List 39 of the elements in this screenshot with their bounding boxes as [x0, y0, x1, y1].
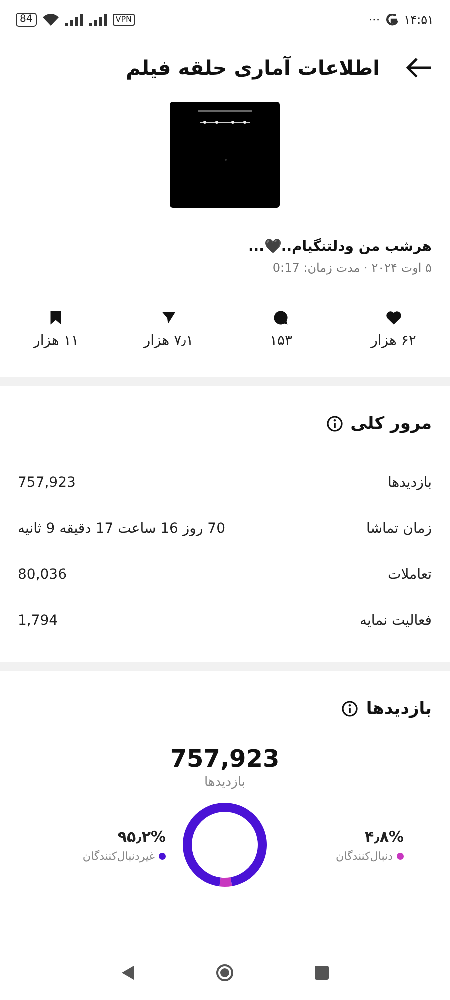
signal-icon — [64, 14, 83, 26]
signal-icon — [88, 14, 107, 26]
clock-time: ۱۴:۵۱ — [404, 13, 434, 27]
comment-icon — [272, 309, 290, 327]
section-title: بازدیدها — [366, 699, 432, 719]
metric-label: بازدیدها — [388, 475, 432, 491]
metric-value: 80,036 — [18, 567, 67, 583]
legend-value: ۴٫۸% — [365, 828, 404, 846]
views-total-label: بازدیدها — [204, 775, 246, 790]
post-caption: هرشب من ودلتنگیام..🖤... — [247, 237, 433, 255]
metric-label: زمان تماشا — [366, 521, 432, 537]
legend-label: دنبال‌کنندگان — [336, 850, 393, 862]
vpn-indicator: VPN — [112, 14, 136, 26]
wifi-icon — [42, 14, 59, 26]
post-meta: ۵ اوت ۲۰۲۴ · مدت زمان: 0:17 — [272, 260, 433, 275]
heart-icon — [384, 309, 403, 327]
recents-icon[interactable] — [312, 964, 331, 982]
metric-value: 70 روز 16 ساعت 17 دقیقه 9 ثانیه — [18, 521, 226, 537]
info-icon[interactable] — [326, 416, 343, 432]
back-arrow-icon[interactable] — [406, 57, 432, 79]
info-icon[interactable] — [342, 701, 358, 717]
metric-value: 757,923 — [18, 475, 76, 491]
metric-value: 1,794 — [18, 613, 58, 629]
views-total: 757,923 — [169, 745, 281, 773]
legend-value: ۹۵٫۲% — [118, 828, 166, 846]
app-notification-icon — [386, 14, 398, 26]
send-icon — [160, 309, 178, 327]
stat-count: ۶۲ هزار — [371, 333, 416, 349]
battery-icon: 84 — [16, 13, 37, 27]
legend-label: غیردنبال‌کنندگان — [82, 850, 155, 862]
page-title: اطلاعات آماری حلقه فیلم — [126, 56, 380, 80]
stat-count: ۷٫۱ هزار — [144, 333, 194, 349]
metric-label: فعالیت نمایه — [360, 613, 432, 629]
section-title: مرور کلی — [350, 414, 432, 434]
more-notifications-icon: ··· — [368, 13, 380, 27]
metric-label: تعاملات — [388, 567, 432, 583]
stat-count: ۱۵۳ — [270, 333, 293, 349]
home-icon[interactable] — [216, 964, 234, 982]
stat-count: ۱۱ هزار — [34, 333, 79, 349]
